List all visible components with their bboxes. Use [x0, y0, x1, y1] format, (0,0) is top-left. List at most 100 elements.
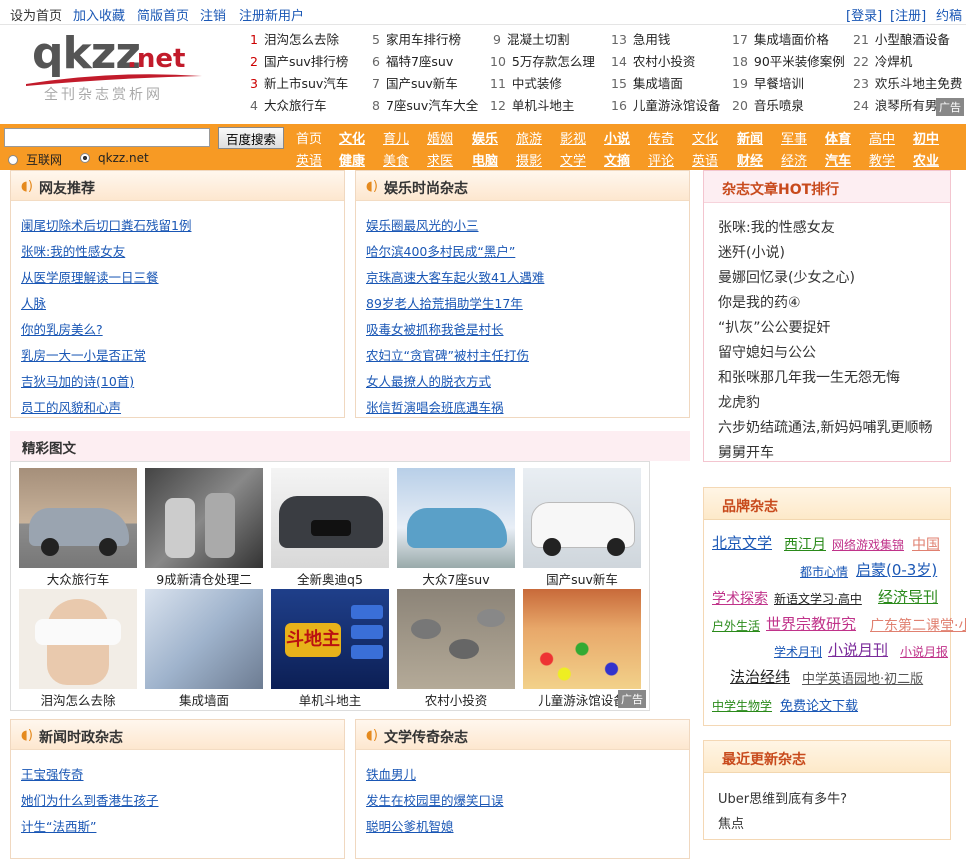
- rank-item[interactable]: 张咪:我的性感女友: [718, 217, 835, 237]
- latest-item[interactable]: Uber思维到底有多牛?: [718, 788, 847, 807]
- gallery-item[interactable]: 9成新清仓处理二: [145, 468, 263, 588]
- nav-item[interactable]: 文学: [560, 150, 586, 169]
- rank-item[interactable]: 你是我的药④: [718, 292, 801, 312]
- article-link[interactable]: 89岁老人拾荒捐助学生17年: [366, 293, 523, 312]
- article-link[interactable]: 你的乳房美么?: [21, 319, 103, 338]
- radio-internet[interactable]: 互联网: [8, 151, 62, 168]
- brand-tag[interactable]: 中学生物学: [712, 697, 772, 714]
- hot-keyword-item[interactable]: 11 中式装修: [490, 73, 562, 92]
- hot-keyword-item[interactable]: 15 集成墙面: [611, 73, 683, 92]
- gallery-item[interactable]: 农村小投资: [397, 589, 515, 709]
- brand-tag[interactable]: 网络游戏集锦: [832, 536, 904, 553]
- rank-item[interactable]: “扒灰”公公要捉奸: [718, 317, 831, 337]
- nav-item[interactable]: 新闻: [737, 128, 763, 147]
- nav-item[interactable]: 传奇: [648, 128, 674, 147]
- nav-item[interactable]: 农业: [913, 150, 939, 169]
- nav-item[interactable]: 健康: [339, 150, 365, 169]
- nav-item[interactable]: 电脑: [472, 150, 498, 169]
- gallery-item[interactable]: 泪沟怎么去除: [19, 589, 137, 709]
- baidu-search-button[interactable]: 百度搜索: [218, 127, 284, 149]
- brand-tag[interactable]: 法治经纬: [730, 666, 790, 687]
- article-link[interactable]: 吉狄马加的诗(10首): [21, 371, 134, 390]
- article-link[interactable]: 张咪:我的性感女友: [21, 241, 125, 260]
- simple-homepage-link[interactable]: 简版首页: [137, 5, 189, 24]
- nav-item[interactable]: 小说: [604, 128, 630, 147]
- brand-tag[interactable]: 中国社区医师: [912, 534, 940, 554]
- brand-tag[interactable]: 小说月报: [900, 643, 948, 660]
- nav-item[interactable]: 文摘: [604, 150, 630, 169]
- article-link[interactable]: 她们为什么到香港生孩子: [21, 790, 159, 809]
- brand-tag[interactable]: 学术探索: [712, 588, 768, 608]
- rank-item[interactable]: 龙虎豹: [718, 392, 760, 412]
- hot-keyword-item[interactable]: 14 农村小投资: [611, 51, 695, 70]
- article-link[interactable]: 从医学原理解读一日三餐: [21, 267, 159, 286]
- nav-item[interactable]: 经济: [781, 150, 807, 169]
- article-link[interactable]: 阑尾切除术后切口粪石残留1例: [21, 215, 191, 234]
- nav-item[interactable]: 军事: [781, 128, 807, 147]
- submit-manuscript-link[interactable]: 约稿: [936, 5, 962, 24]
- hot-keyword-item[interactable]: 20 音乐喷泉: [732, 95, 804, 114]
- hot-keyword-item[interactable]: 5 家用车排行榜: [372, 29, 461, 48]
- add-favorite-link[interactable]: 加入收藏: [73, 5, 125, 24]
- article-link[interactable]: 京珠高速大客车起火致41人遇难: [366, 267, 544, 286]
- nav-item[interactable]: 文化: [339, 128, 365, 147]
- brand-tag[interactable]: 启蒙(0-3岁): [856, 559, 937, 580]
- register-user-link[interactable]: 注册新用户: [239, 5, 304, 24]
- gallery-item[interactable]: 集成墙面: [145, 589, 263, 709]
- nav-item[interactable]: 婚姻: [427, 128, 453, 147]
- hot-keyword-item[interactable]: 7 国产suv新车: [372, 73, 458, 92]
- brand-tag[interactable]: 中学英语园地·初二版: [802, 668, 923, 687]
- nav-item[interactable]: 旅游: [516, 128, 542, 147]
- register-link[interactable]: [注册]: [890, 5, 926, 24]
- nav-item[interactable]: 育儿: [383, 128, 409, 147]
- article-link[interactable]: 发生在校园里的爆笑口误: [366, 790, 504, 809]
- hot-keyword-item[interactable]: 12 单机斗地主: [490, 95, 574, 114]
- set-homepage-link[interactable]: 设为首页: [10, 5, 62, 24]
- article-link[interactable]: 张信哲演唱会班底遇车祸: [366, 397, 504, 416]
- site-logo[interactable]: qkzz .net 全刊杂志赏析网: [22, 28, 222, 110]
- nav-item[interactable]: 体育: [825, 128, 851, 147]
- gallery-item[interactable]: 大众旅行车: [19, 468, 137, 588]
- brand-tag[interactable]: 小说月刊: [828, 639, 888, 660]
- hot-keyword-item[interactable]: 16 儿童游泳馆设备: [611, 95, 720, 114]
- article-link[interactable]: 哈尔滨400多村民成“黑户”: [366, 241, 515, 260]
- brand-tag[interactable]: 世界宗教研究: [766, 613, 856, 634]
- hot-keyword-item[interactable]: 2 国产suv排行榜: [250, 51, 348, 70]
- radio-site[interactable]: qkzz.net: [80, 151, 149, 165]
- article-link[interactable]: 王宝强传奇: [21, 764, 84, 783]
- gallery-item[interactable]: 斗地主 单机斗地主: [271, 589, 389, 709]
- brand-tag[interactable]: 学术月刊: [774, 643, 822, 660]
- article-link[interactable]: 铁血男儿: [366, 764, 416, 783]
- article-link[interactable]: 农妇立“贪官碑”被村主任打伤: [366, 345, 529, 364]
- hot-keyword-item[interactable]: 1 泪沟怎么去除: [250, 29, 339, 48]
- article-link[interactable]: 员工的风貌和心声: [21, 397, 121, 416]
- brand-tag[interactable]: 都市心情: [800, 563, 848, 580]
- hot-keyword-item[interactable]: 23 欢乐斗地主免费: [853, 73, 962, 92]
- hot-keyword-item[interactable]: 4 大众旅行车: [250, 95, 326, 114]
- nav-item[interactable]: 高中: [869, 128, 895, 147]
- rank-item[interactable]: 和张咪那几年我一生无怨无悔: [718, 367, 900, 387]
- hot-keyword-item[interactable]: 22 冷焊机: [853, 51, 912, 70]
- brand-tag[interactable]: 户外生活: [712, 617, 760, 634]
- hot-keyword-item[interactable]: 9 混凝土切割: [493, 29, 569, 48]
- article-link[interactable]: 乳房一大一小是否正常: [21, 345, 146, 364]
- rank-item[interactable]: 六步奶结疏通法,新妈妈哺乳更顺畅: [718, 417, 932, 437]
- nav-item[interactable]: 娱乐: [472, 128, 498, 147]
- hot-keyword-item[interactable]: 3 新上市suv汽车: [250, 73, 348, 92]
- rank-item[interactable]: 迷歼(小说): [718, 242, 785, 262]
- nav-item[interactable]: 文化: [692, 128, 718, 147]
- gallery-item[interactable]: 大众7座suv: [397, 468, 515, 588]
- gallery-item[interactable]: 国产suv新车: [523, 468, 641, 588]
- latest-item[interactable]: 焦点: [718, 813, 744, 832]
- article-link[interactable]: 女人最撩人的脱衣方式: [366, 371, 491, 390]
- nav-item[interactable]: 首页: [296, 128, 322, 147]
- nav-item[interactable]: 初中: [913, 128, 939, 147]
- brand-tag[interactable]: 西江月: [784, 534, 826, 554]
- rank-item[interactable]: 留守媳妇与公公: [718, 342, 816, 362]
- article-link[interactable]: 吸毒女被抓称我爸是村长: [366, 319, 504, 338]
- search-input[interactable]: [4, 128, 210, 147]
- nav-item[interactable]: 求医: [427, 150, 453, 169]
- nav-item[interactable]: 英语: [296, 150, 322, 169]
- rank-item[interactable]: 舅舅开车: [718, 442, 774, 462]
- login-link[interactable]: [登录]: [846, 5, 882, 24]
